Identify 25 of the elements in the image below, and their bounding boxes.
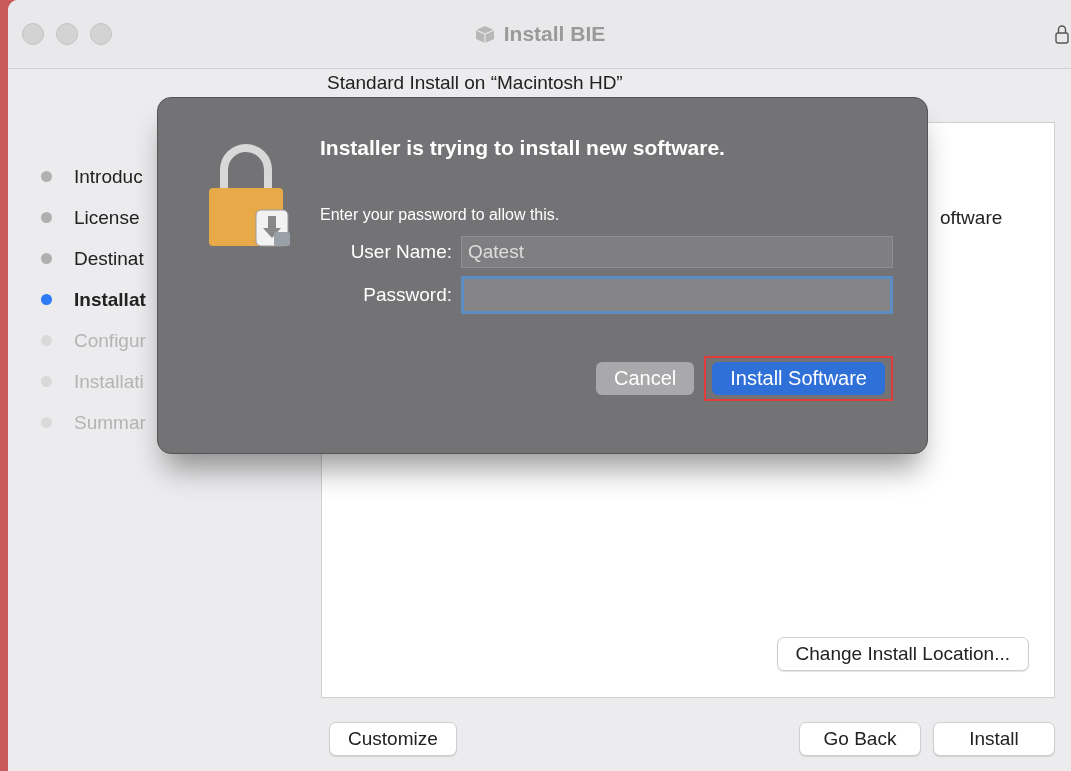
lock-icon xyxy=(1055,24,1069,44)
step-label: Configur xyxy=(74,329,146,352)
panel-text: oftware xyxy=(940,207,1003,229)
change-location-button[interactable]: Change Install Location... xyxy=(776,637,1029,671)
input-field[interactable] xyxy=(461,276,893,314)
navigation-button[interactable]: Install xyxy=(933,722,1055,756)
step-label: Installati xyxy=(74,370,144,393)
step-label: Installat xyxy=(74,288,146,311)
step-label: Introduc xyxy=(74,165,143,188)
install-software-button[interactable]: Install Software xyxy=(712,362,885,395)
field-label: Password: xyxy=(362,284,452,306)
window-title: Install BIE xyxy=(503,22,606,46)
navigation-button[interactable]: Go Back xyxy=(799,722,921,756)
customize-button[interactable]: Customize xyxy=(329,722,457,756)
step-label: Summar xyxy=(74,411,146,434)
install-subtitle: Standard Install on “Macintosh HD” xyxy=(326,72,623,94)
package-icon xyxy=(473,24,496,44)
close-button[interactable] xyxy=(22,23,44,45)
dialog-title: Installer is trying to install new software. xyxy=(320,136,726,160)
minimize-button[interactable] xyxy=(56,23,78,45)
step-label: Destinat xyxy=(74,247,144,270)
field-label: User Name: xyxy=(349,241,452,263)
dialog-message: Enter your password to allow this. xyxy=(320,206,561,224)
zoom-button[interactable] xyxy=(90,23,112,45)
step-label: License xyxy=(74,206,140,229)
